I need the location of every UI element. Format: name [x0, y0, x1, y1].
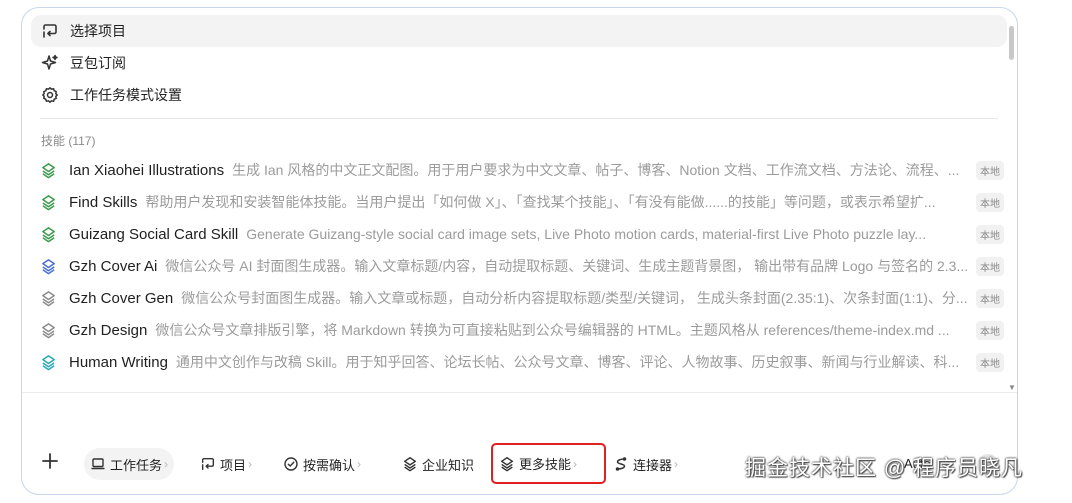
connector-chip[interactable]: 连接器 › [607, 448, 684, 480]
connector-icon [613, 456, 629, 472]
project-switch-icon [40, 21, 60, 41]
skill-description: 生成 Ian 风格的中文正文配图。用于用户要求为中文文章、帖子、博客、Notio… [232, 162, 960, 178]
confirm-on-demand-chip[interactable]: 按需确认 › [277, 448, 367, 480]
add-attachment-button[interactable] [39, 452, 61, 474]
skill-description: Generate Guizang-style social card image… [246, 226, 927, 242]
skill-row-gzh-design[interactable]: Gzh Design 微信公众号文章排版引擎，将 Markdown 转换为可直接… [22, 314, 1008, 346]
menu-item-label: 豆包订阅 [70, 55, 126, 71]
skill-row-guizang-social-card[interactable]: Guizang Social Card Skill Generate Guiza… [22, 218, 1008, 250]
laptop-icon [90, 456, 106, 472]
chip-label: 工作任务 [110, 457, 163, 473]
more-skills-chip[interactable]: 更多技能 › [491, 443, 606, 484]
enterprise-knowledge-chip[interactable]: 企业知识 [396, 448, 480, 480]
skill-row-gzh-cover-gen[interactable]: Gzh Cover Gen 微信公众号封面图生成器。输入文章或标题，自动分析内容… [22, 282, 1008, 314]
skill-name: Ian Xiaohei Illustrations [69, 161, 225, 179]
chip-label: 企业知识 [422, 457, 475, 473]
menu-item-label: 工作任务模式设置 [70, 87, 182, 103]
skill-list: Ian Xiaohei Illustrations 生成 Ian 风格的中文正文… [22, 153, 1008, 391]
project-switch-icon [200, 456, 216, 472]
skill-description: 微信公众号 AI 封面图生成器。输入文章标题/内容，自动提取标题、关键词、生成主… [165, 258, 969, 274]
work-task-chip[interactable]: 工作任务 › [84, 448, 175, 480]
menu-item-work-mode-settings[interactable]: 工作任务模式设置 [31, 79, 1007, 111]
chip-label: 更多技能 [519, 457, 572, 472]
menu-item-label: 选择项目 [70, 23, 126, 39]
skill-layers-icon [39, 193, 57, 211]
chip-label: 连接器 [633, 457, 673, 473]
local-badge: 本地 [976, 352, 1004, 372]
skill-row-gzh-cover-ai[interactable]: Gzh Cover Ai 微信公众号 AI 封面图生成器。输入文章标题/内容，自… [22, 250, 1008, 282]
chevron-right-icon: › [674, 457, 679, 471]
layers-icon [402, 456, 418, 472]
skill-list-scrollbar[interactable]: ▼ [1008, 22, 1016, 392]
gear-icon [40, 85, 60, 105]
chevron-right-icon: › [573, 456, 578, 471]
local-badge: 本地 [976, 320, 1004, 340]
skill-name: Human Writing [69, 353, 168, 371]
skill-name: Find Skills [69, 193, 138, 211]
skill-layers-icon [39, 353, 57, 371]
scrollbar-thumb[interactable] [1009, 26, 1014, 60]
skill-layers-icon [39, 321, 57, 339]
skill-description: 微信公众号封面图生成器。输入文章或标题，自动分析内容提取标题/类型/关键词， 生… [181, 290, 968, 306]
composer-divider [22, 392, 1017, 393]
skill-name: Gzh Design [69, 321, 148, 339]
skill-description: 通用中文创作与改稿 Skill。用于知乎回答、论坛长帖、公众号文章、博客、评论、… [175, 354, 960, 370]
watermark: 掘金技术社区 @ 程序员晓凡 [745, 457, 1023, 480]
plus-icon [42, 453, 58, 469]
skill-name: Gzh Cover Gen [69, 289, 174, 307]
chevron-right-icon: › [248, 457, 253, 471]
chip-label: 项目 [220, 457, 247, 473]
local-badge: 本地 [976, 256, 1004, 276]
skill-row-find-skills[interactable]: Find Skills 帮助用户发现和安装智能体技能。当用户提出「如何做 X」、… [22, 186, 1008, 218]
skill-layers-icon [39, 257, 57, 275]
skill-description: 帮助用户发现和安装智能体技能。当用户提出「如何做 X」、「查找某个技能」、「有没… [145, 194, 936, 210]
chip-label: 按需确认 [303, 457, 356, 473]
skills-section-label: 技能 (117) [41, 134, 96, 148]
local-badge: 本地 [976, 192, 1004, 212]
menu-divider [40, 118, 998, 119]
skill-layers-icon [39, 225, 57, 243]
local-badge: 本地 [976, 224, 1004, 244]
local-badge: 本地 [976, 288, 1004, 308]
skill-layers-icon [39, 289, 57, 307]
skill-row-ian-xiaohei-illustrations[interactable]: Ian Xiaohei Illustrations 生成 Ian 风格的中文正文… [22, 154, 1008, 186]
chevron-right-icon: › [357, 457, 362, 471]
project-chip[interactable]: 项目 › [194, 448, 258, 480]
scroll-down-arrow-icon[interactable]: ▼ [1008, 384, 1016, 392]
skill-name: Gzh Cover Ai [69, 257, 158, 275]
skill-picker-panel: 选择项目 豆包订阅 工作任务模式设置 技能 (117) Ian Xiaohei … [21, 7, 1018, 495]
skill-layers-icon [39, 161, 57, 179]
shield-check-icon [283, 456, 299, 472]
sparkle-icon [40, 53, 60, 73]
menu-item-doubao-subscription[interactable]: 豆包订阅 [31, 47, 1007, 79]
skill-description: 微信公众号文章排版引擎，将 Markdown 转换为可直接粘贴到公众号编辑器的 … [155, 322, 950, 338]
menu-item-select-project[interactable]: 选择项目 [31, 15, 1007, 47]
skill-name: Guizang Social Card Skill [69, 225, 239, 243]
local-badge: 本地 [976, 160, 1004, 180]
skill-row-human-writing[interactable]: Human Writing 通用中文创作与改稿 Skill。用于知乎回答、论坛长… [22, 346, 1008, 378]
chevron-right-icon: › [164, 457, 169, 471]
layers-icon [499, 456, 515, 472]
